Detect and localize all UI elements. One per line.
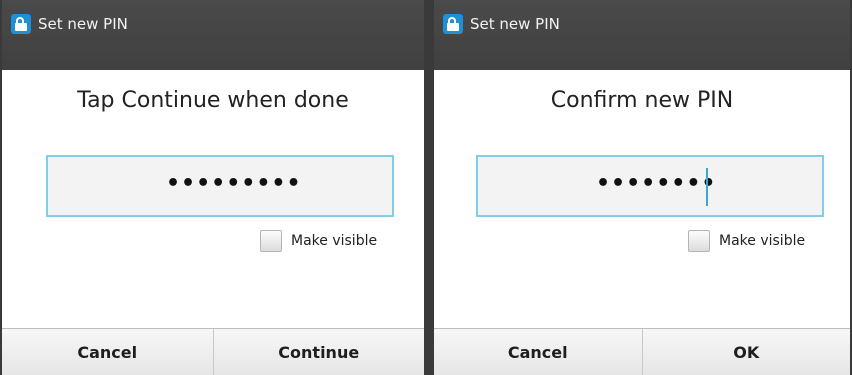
make-visible-checkbox[interactable] (260, 230, 282, 252)
dialog-buttonbar: Cancel Continue (2, 328, 424, 375)
pin-mask: ••••••••• (166, 171, 302, 196)
pin-mask: •••••••• (596, 171, 717, 196)
set-pin-dialog-right: Set new PIN Confirm new PIN •••••••• Mak… (434, 0, 850, 375)
confirm-pin-input[interactable]: •••••••• (476, 155, 824, 217)
set-pin-dialog-left: Set new PIN Tap Continue when done •••••… (2, 0, 424, 375)
make-visible-row[interactable]: Make visible (260, 230, 377, 252)
pin-input[interactable]: ••••••••• (46, 155, 394, 217)
dialog-heading: Confirm new PIN (550, 88, 734, 113)
text-cursor (706, 168, 708, 206)
dialog-title: Set new PIN (470, 15, 560, 33)
make-visible-label: Make visible (291, 233, 378, 249)
make-visible-label: Make visible (719, 233, 806, 249)
continue-button[interactable]: Continue (212, 329, 425, 375)
dialog-heading: Tap Continue when done (77, 88, 349, 113)
dialog-buttonbar: Cancel OK (434, 328, 850, 375)
dialog-titlebar: Set new PIN (434, 0, 850, 70)
make-visible-row[interactable]: Make visible (688, 230, 805, 252)
screenshot-canvas: Set new PIN Tap Continue when done •••••… (0, 0, 852, 375)
dialog-titlebar: Set new PIN (2, 0, 424, 70)
cancel-button[interactable]: Cancel (434, 329, 642, 375)
lock-icon (443, 14, 463, 34)
dialog-title: Set new PIN (38, 15, 128, 33)
make-visible-checkbox[interactable] (688, 230, 710, 252)
ok-button[interactable]: OK (641, 329, 851, 375)
lock-icon (11, 14, 31, 34)
cancel-button[interactable]: Cancel (2, 329, 213, 375)
